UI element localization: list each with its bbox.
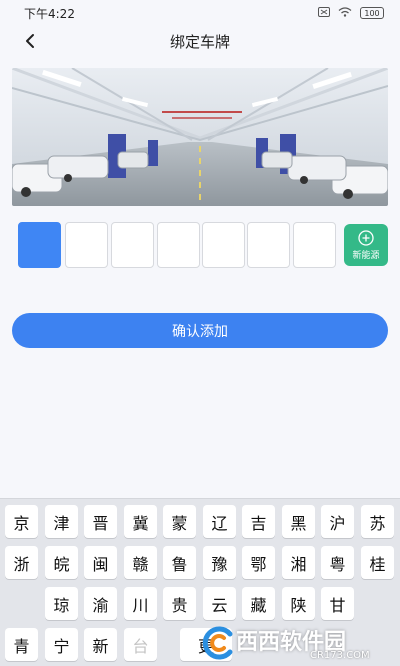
plate-char-slot-5[interactable]	[202, 222, 245, 268]
new-energy-button[interactable]: 新能源	[344, 224, 388, 266]
key-province[interactable]: 甘	[321, 587, 354, 620]
key-province[interactable]: 贵	[163, 587, 196, 620]
key-province[interactable]: 吉	[242, 505, 275, 538]
plate-char-slot-1[interactable]	[18, 222, 61, 268]
plus-circle-icon	[358, 229, 374, 246]
key-province[interactable]: 浙	[5, 546, 38, 579]
plate-char-slot-6[interactable]	[247, 222, 290, 268]
sim-icon	[318, 6, 330, 20]
key-province[interactable]: 豫	[203, 546, 236, 579]
plate-input-row: 新能源	[18, 222, 390, 268]
key-province-disabled: 台	[124, 628, 157, 661]
key-province[interactable]: 陕	[282, 587, 315, 620]
key-province[interactable]: 皖	[45, 546, 78, 579]
plate-char-slot-7[interactable]	[293, 222, 336, 268]
watermark-swirl-icon	[202, 626, 233, 660]
wifi-icon	[338, 6, 352, 20]
key-province[interactable]: 新	[84, 628, 117, 661]
back-button[interactable]	[18, 28, 42, 54]
key-province[interactable]: 鄂	[242, 546, 275, 579]
key-province[interactable]: 鲁	[163, 546, 196, 579]
key-province[interactable]: 黑	[282, 505, 315, 538]
status-time: 下午4:22	[24, 6, 75, 21]
plate-char-slot-4[interactable]	[157, 222, 200, 268]
key-province[interactable]: 湘	[282, 546, 315, 579]
key-province[interactable]: 沪	[321, 505, 354, 538]
status-icons: 100	[318, 6, 384, 20]
key-province[interactable]: 蒙	[163, 505, 196, 538]
key-province[interactable]: 津	[45, 505, 78, 538]
key-province[interactable]: 琼	[45, 587, 78, 620]
key-province[interactable]: 冀	[124, 505, 157, 538]
key-province[interactable]: 晋	[84, 505, 117, 538]
key-province[interactable]: 青	[5, 628, 38, 661]
page-title: 绑定车牌	[169, 32, 230, 51]
app-header: 绑定车牌	[0, 26, 400, 56]
chevron-left-icon	[26, 34, 34, 48]
key-province[interactable]: 闽	[84, 546, 117, 579]
key-province[interactable]: 渝	[84, 587, 117, 620]
key-province[interactable]: 藏	[242, 587, 275, 620]
battery-icon: 100	[360, 7, 384, 19]
watermark-logo: 西西软件园 CR173.COM	[198, 620, 398, 664]
key-province[interactable]: 桂	[361, 546, 394, 579]
key-province[interactable]: 粤	[321, 546, 354, 579]
key-province[interactable]: 京	[5, 505, 38, 538]
key-province[interactable]: 辽	[203, 505, 236, 538]
key-province[interactable]: 苏	[361, 505, 394, 538]
confirm-add-button[interactable]: 确认添加	[12, 313, 388, 348]
key-province[interactable]: 川	[124, 587, 157, 620]
plate-char-slot-3[interactable]	[111, 222, 154, 268]
key-province[interactable]: 赣	[124, 546, 157, 579]
new-energy-label: 新能源	[352, 250, 380, 261]
key-province[interactable]: 宁	[45, 628, 78, 661]
parking-garage-banner-image	[12, 68, 388, 206]
watermark-url: CR173.COM	[310, 650, 370, 661]
key-province[interactable]: 云	[203, 587, 236, 620]
status-bar: 下午4:22 100	[0, 0, 400, 26]
plate-char-slot-2[interactable]	[65, 222, 108, 268]
